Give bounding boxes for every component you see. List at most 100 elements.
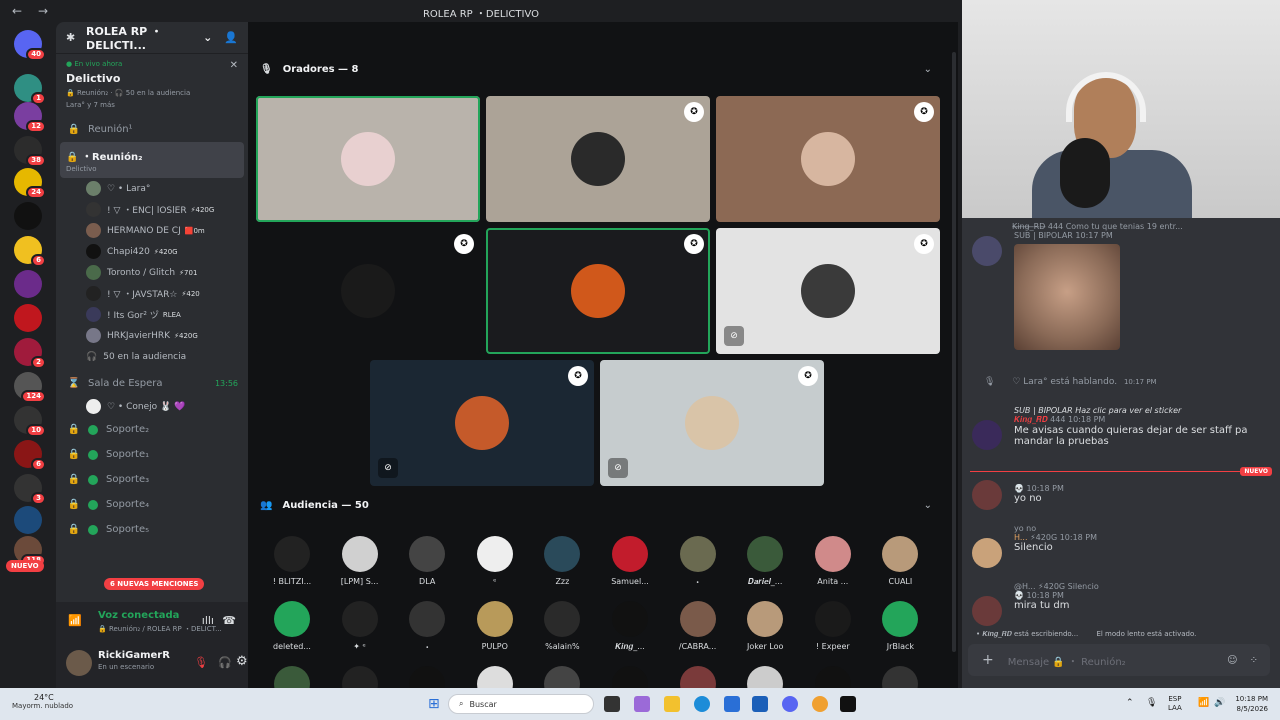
audience-member[interactable]: ! BLITZI... [262, 536, 322, 586]
server-icon[interactable]: 40 [14, 30, 46, 61]
message-composer[interactable]: + Mensaje 🔒 ・ Reunión₂ ☺ ⁘ [968, 644, 1270, 676]
stage-member[interactable]: ! ▽ ・ENC| lOSlER ⚡420G [56, 199, 248, 220]
close-icon[interactable]: ✕ [230, 60, 238, 71]
audience-member[interactable]: Joker Loo [735, 601, 795, 651]
avatar[interactable] [972, 480, 1002, 510]
scrollbar[interactable] [952, 52, 956, 652]
clock[interactable]: 10:18 PM 8/5/2026 [1235, 694, 1268, 714]
emoji-icon[interactable]: ☺ [1227, 655, 1237, 666]
speaker-tile[interactable]: ✪ ⊘ [716, 228, 940, 354]
mic-muted-icon[interactable]: 🎙 [194, 656, 208, 669]
server-icon[interactable] [14, 304, 42, 332]
audience-member[interactable]: 𝑲𝒊𝒏𝒈_... [600, 601, 660, 652]
add-attachment-icon[interactable]: + [982, 652, 994, 668]
channel-soporte[interactable]: 🔒 Soporte₄ [56, 492, 248, 517]
channel-soporte[interactable]: 🔒 Soporte₃ [56, 467, 248, 492]
server-icon[interactable]: 2 [14, 338, 46, 369]
taskbar-search[interactable]: ⌕ Buscar [448, 694, 594, 714]
server-icon[interactable]: 10 [14, 406, 46, 437]
stage-member[interactable]: HRKJavierHRK ⚡420G [56, 325, 248, 346]
headphones-icon[interactable]: 🎧 [218, 656, 232, 669]
speaker-tile[interactable]: ✪ [486, 96, 710, 222]
speaker-tile[interactable]: ✪ [716, 96, 940, 222]
volume-icon[interactable]: 🔊 [1214, 698, 1225, 708]
stage-member[interactable]: ♡ • Lara° [56, 178, 248, 199]
stage-member[interactable]: Chapi420 ⚡420G [56, 241, 248, 262]
audience-member[interactable]: ᵉ [465, 536, 525, 586]
message-reply-preview[interactable]: K̶i̶n̶g̶_̶R̶D̶ 444 Como tu que tenias 19… [972, 222, 1270, 231]
audience-count[interactable]: 🎧 50 en la audiencia [56, 346, 248, 367]
audience-member[interactable]: ・ [668, 536, 728, 588]
audience-member[interactable]: 𝑫𝒂𝒓𝒊𝒆𝒍_... [735, 536, 795, 587]
channel-soporte[interactable]: 🔒 Soporte₁ [56, 442, 248, 467]
speakers-header[interactable]: 🎙 Oradores — 8 [260, 64, 359, 75]
channel-reunion-2-active[interactable]: 🔒 ・Reunión₂ Delictivo [60, 142, 244, 178]
server-icon[interactable]: 6 [14, 440, 46, 471]
chevron-down-icon[interactable]: ⌄ [924, 500, 932, 511]
audience-member[interactable]: CUALI [870, 536, 930, 586]
server-icon[interactable]: 38 [14, 136, 46, 167]
sticker-dog-image[interactable] [1014, 244, 1120, 350]
store-icon[interactable] [724, 696, 740, 712]
voice-status-title[interactable]: Voz conectada [98, 610, 179, 621]
speaker-tile[interactable]: ✪ ⊘ [600, 360, 824, 486]
windows-start-icon[interactable]: ⊞ [428, 696, 440, 712]
speaker-tile[interactable] [256, 96, 480, 222]
speaker-tile[interactable]: ✪ ⊘ [370, 360, 594, 486]
stage-member[interactable]: ! ▽ ・JAVSTAR☆ ⚡420 [56, 283, 248, 304]
audience-member[interactable]: [LPM] S... [330, 536, 390, 586]
audience-member[interactable]: PULPO [465, 601, 525, 651]
server-icon[interactable]: 12 [14, 102, 46, 133]
server-icon[interactable]: 124 [14, 372, 46, 403]
audience-member[interactable]: Anita ... [803, 536, 863, 586]
stage-member[interactable]: ! Its Gor² ヅ RLEA [56, 304, 248, 325]
microphone-icon[interactable]: 🎙 [1146, 698, 1157, 708]
message-reply-preview[interactable]: yo no [1014, 524, 1270, 533]
task-view-icon[interactable] [604, 696, 620, 712]
chevron-up-icon[interactable]: ⌃ [1126, 698, 1134, 708]
avatar[interactable] [972, 596, 1002, 626]
chevron-down-icon[interactable]: ⌄ [924, 64, 932, 75]
disconnect-icon[interactable]: ☎ [222, 614, 236, 627]
edge-icon[interactable] [694, 696, 710, 712]
message-author[interactable]: SUB | BIPOLAR [1014, 231, 1073, 240]
message-author[interactable]: 💀 [1014, 591, 1024, 600]
audience-header[interactable]: 👥 Audiencia — 50 [260, 500, 369, 511]
audience-member[interactable]: /CABRA... [668, 601, 728, 651]
avatar[interactable] [972, 420, 1002, 450]
outlook-icon[interactable] [752, 696, 768, 712]
app-icon[interactable] [812, 696, 828, 712]
message-reply-preview[interactable]: @H... ⚡420G Silencio [1014, 582, 1270, 591]
avatar[interactable] [972, 236, 1002, 266]
message-author[interactable]: 𝑲𝒊𝒏𝒈_𝑹𝑫 [1014, 415, 1048, 424]
file-explorer-icon[interactable] [664, 696, 680, 712]
channel-reunion-1[interactable]: 🔒 Reunión¹ [56, 117, 248, 142]
channel-soporte[interactable]: 🔒 Soporte₂ [56, 417, 248, 442]
audience-member[interactable]: Zzz [532, 536, 592, 586]
weather-widget[interactable]: 24°C Mayorm. nublado [12, 693, 73, 710]
apps-icon[interactable]: ⁘ [1250, 655, 1258, 666]
gear-icon[interactable]: ⚙ [236, 654, 248, 669]
message-input[interactable]: Mensaje 🔒 ・ Reunión₂ [1008, 653, 1227, 668]
copilot-icon[interactable] [634, 696, 650, 712]
speaker-tile[interactable]: ✪ [486, 228, 710, 354]
audience-member[interactable]: deleted... [262, 601, 322, 651]
speaker-tile[interactable]: ✪ [256, 228, 480, 354]
audience-member[interactable]: JrBlack [870, 601, 930, 651]
avatar[interactable] [66, 650, 92, 676]
server-icon[interactable] [14, 202, 42, 230]
audience-member[interactable]: ! Expeer [803, 601, 863, 651]
server-icon[interactable] [14, 506, 42, 534]
server-icon[interactable]: 6 [14, 236, 46, 267]
audience-member[interactable]: Samuel... [600, 536, 660, 586]
audience-member[interactable]: DLA [397, 536, 457, 586]
wifi-icon[interactable]: 📶 [1198, 698, 1209, 708]
avatar[interactable] [972, 538, 1002, 568]
message-author[interactable]: H... [1014, 533, 1028, 542]
chevron-down-icon[interactable]: ⌄ [203, 31, 212, 44]
discord-icon[interactable] [782, 696, 798, 712]
message-author[interactable]: 💀 [1014, 484, 1024, 493]
audience-member[interactable]: ✦ ᵉ [330, 601, 390, 651]
waiting-member[interactable]: ♡ • Conejo 🐰 💜 [56, 396, 248, 417]
server-icon[interactable]: 24 [14, 168, 46, 199]
